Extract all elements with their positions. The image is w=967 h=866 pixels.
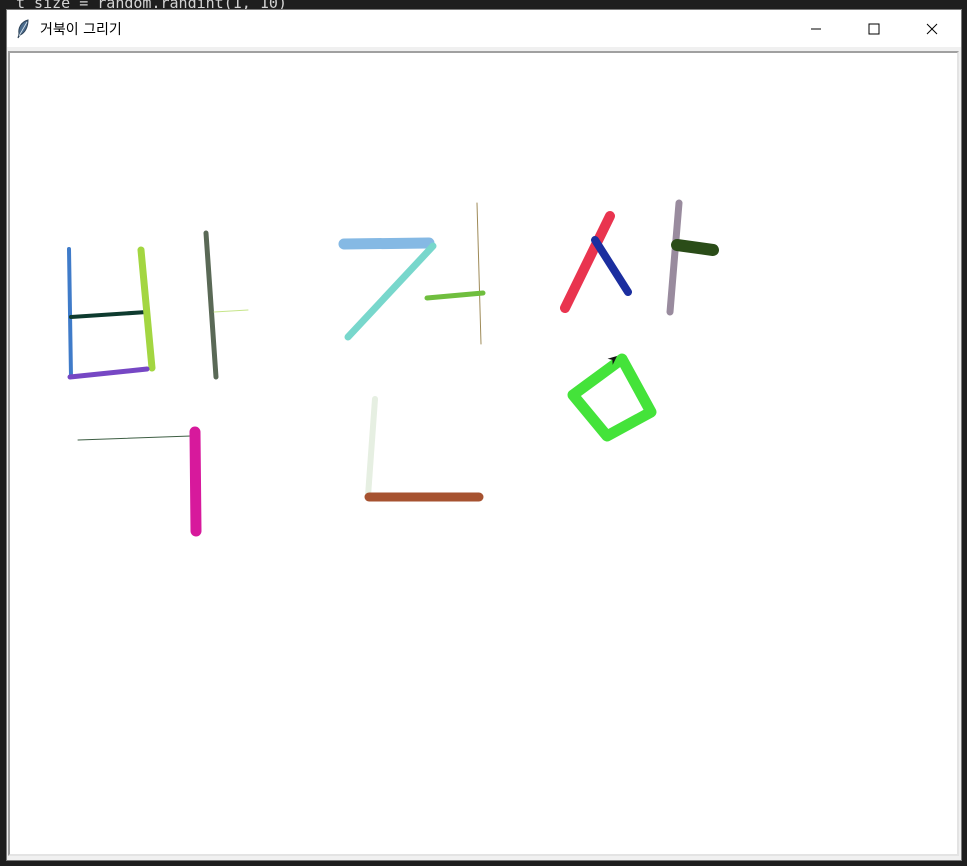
turtle-stroke-9 (476, 202, 482, 345)
turtle-window: 거북이 그리기 (6, 9, 962, 861)
window-controls (787, 10, 961, 47)
turtle-stroke-12 (591, 236, 632, 296)
title-bar[interactable]: 거북이 그리기 (7, 10, 961, 47)
drawing-canvas[interactable] (10, 53, 957, 854)
minimize-icon (811, 28, 821, 29)
turtle-stroke-15 (77, 435, 192, 441)
turtle-stroke-16 (189, 426, 202, 537)
window-title: 거북이 그리기 (40, 21, 122, 38)
maximize-icon (868, 23, 880, 34)
turtle-stroke-5 (203, 230, 219, 380)
turtle-stroke-6 (213, 309, 249, 313)
turtle-stroke-4 (67, 366, 150, 380)
turtle-stroke-10 (424, 290, 486, 301)
turtle-stroke-3 (137, 246, 156, 372)
feather-icon (16, 18, 34, 39)
turtle-stroke-11 (560, 211, 615, 313)
turtle-square-shape (567, 353, 657, 442)
turtle-stroke-2 (69, 310, 149, 319)
drawing-canvas-frame (8, 51, 959, 856)
turtle-stroke-1 (67, 247, 73, 379)
close-icon (926, 23, 938, 34)
turtle-stroke-14 (671, 239, 719, 256)
minimize-button[interactable] (787, 10, 845, 47)
turtle-stroke-8 (344, 242, 437, 341)
close-button[interactable] (903, 10, 961, 47)
maximize-button[interactable] (845, 10, 903, 47)
turtle-stroke-17 (365, 396, 378, 499)
turtle-stroke-7 (338, 237, 435, 250)
turtle-stroke-13 (666, 199, 683, 316)
